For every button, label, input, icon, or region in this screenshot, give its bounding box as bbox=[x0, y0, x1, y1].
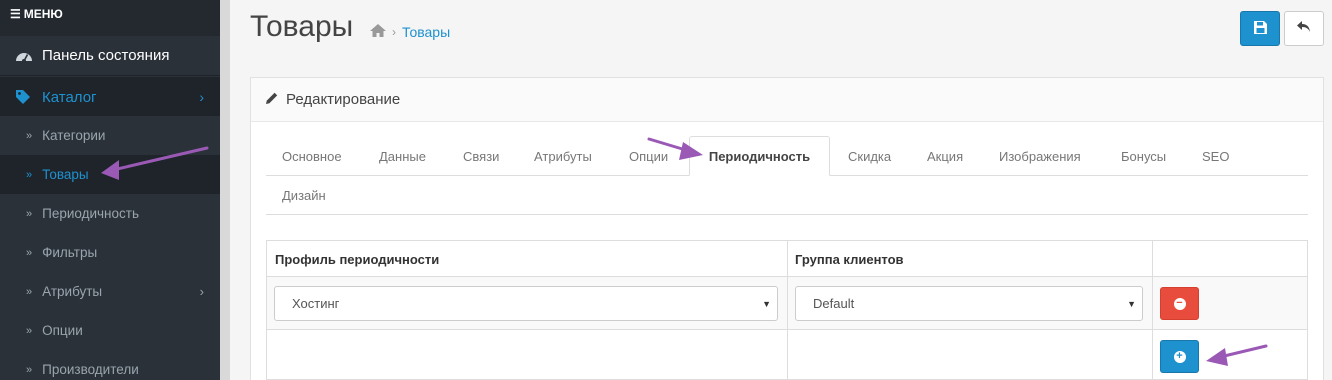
tab-recurring[interactable]: Периодичность bbox=[689, 136, 830, 176]
hamburger-icon: ☰ bbox=[10, 7, 21, 21]
pencil-icon bbox=[266, 91, 278, 108]
double-chevron-icon: » bbox=[26, 324, 33, 337]
tags-icon bbox=[14, 89, 34, 105]
column-header-profile: Профиль периодичности bbox=[275, 251, 440, 267]
customer-group-select[interactable]: Default ▼ bbox=[795, 286, 1143, 321]
tab-special[interactable]: Акция bbox=[927, 149, 963, 164]
chevron-right-icon: › bbox=[199, 284, 204, 299]
row-divider bbox=[267, 276, 1307, 277]
column-header-customer-group: Группа клиентов bbox=[795, 251, 904, 267]
double-chevron-icon: » bbox=[26, 168, 33, 181]
tab-design[interactable]: Дизайн bbox=[282, 188, 326, 203]
plus-circle-icon: + bbox=[1173, 350, 1186, 363]
tab-images[interactable]: Изображения bbox=[999, 149, 1081, 164]
remove-row-button[interactable]: − bbox=[1160, 287, 1199, 320]
floppy-disk-icon bbox=[1253, 20, 1267, 37]
sidebar-item-recurring[interactable]: » Периодичность bbox=[0, 194, 220, 233]
sidebar-item-label: Фильтры bbox=[42, 245, 98, 260]
double-chevron-icon: » bbox=[26, 246, 33, 259]
sidebar-item-label: Производители bbox=[42, 362, 139, 377]
recurring-profile-select[interactable]: Хостинг ▼ bbox=[274, 286, 778, 321]
tab-recurring-label: Периодичность bbox=[708, 148, 811, 164]
nav-catalog-label: Каталог bbox=[42, 88, 97, 106]
row-divider bbox=[267, 329, 1307, 330]
select-value: Default bbox=[813, 296, 855, 311]
reply-icon bbox=[1297, 21, 1311, 36]
back-button[interactable] bbox=[1284, 11, 1324, 46]
double-chevron-icon: » bbox=[26, 285, 33, 298]
caret-down-icon: ▼ bbox=[1127, 298, 1136, 309]
select-value: Хостинг bbox=[292, 296, 340, 311]
tab-reward[interactable]: Бонусы bbox=[1121, 149, 1166, 164]
sidebar-item-attributes[interactable]: » Атрибуты › bbox=[0, 272, 220, 311]
sidebar-item-label: Товары bbox=[42, 167, 89, 182]
nav-catalog[interactable]: Каталог › bbox=[0, 77, 220, 117]
breadcrumb: › Товары bbox=[370, 24, 450, 40]
sidebar: ☰ МЕНЮ Панель состояния Каталог › » Кате… bbox=[0, 0, 220, 380]
sidebar-item-options[interactable]: » Опции bbox=[0, 311, 220, 350]
save-button[interactable] bbox=[1240, 11, 1280, 46]
page-title: Товары bbox=[250, 10, 354, 43]
sidebar-item-label: Периодичность bbox=[42, 206, 139, 221]
panel-heading-label: Редактирование bbox=[286, 91, 401, 108]
sidebar-item-filters[interactable]: » Фильтры bbox=[0, 233, 220, 272]
breadcrumb-separator: › bbox=[392, 25, 396, 39]
sidebar-item-categories[interactable]: » Категории bbox=[0, 116, 220, 155]
minus-circle-icon: − bbox=[1173, 297, 1186, 310]
sidebar-item-label: Атрибуты bbox=[42, 284, 103, 299]
tab-seo[interactable]: SEO bbox=[1202, 149, 1229, 164]
chevron-right-icon: › bbox=[199, 89, 204, 105]
tab-data[interactable]: Данные bbox=[379, 149, 426, 164]
tabs-bottom-line bbox=[266, 214, 1308, 215]
column-divider bbox=[787, 241, 788, 380]
sidebar-scrollbar[interactable] bbox=[220, 0, 230, 380]
double-chevron-icon: » bbox=[26, 207, 33, 220]
tab-attributes[interactable]: Атрибуты bbox=[534, 149, 592, 164]
caret-down-icon: ▼ bbox=[762, 298, 771, 309]
panel-heading: Редактирование bbox=[251, 78, 1323, 122]
add-recurring-button[interactable]: + bbox=[1160, 340, 1199, 373]
tab-discount[interactable]: Скидка bbox=[848, 149, 891, 164]
sidebar-item-products[interactable]: » Товары bbox=[0, 155, 220, 194]
sidebar-item-manufacturers[interactable]: » Производители bbox=[0, 350, 220, 380]
menu-toggle[interactable]: ☰ МЕНЮ bbox=[0, 0, 220, 36]
menu-label: МЕНЮ bbox=[23, 7, 63, 21]
tab-options[interactable]: Опции bbox=[629, 149, 668, 164]
sidebar-item-label: Категории bbox=[42, 128, 106, 143]
nav-dashboard-label: Панель состояния bbox=[42, 47, 170, 64]
double-chevron-icon: » bbox=[26, 129, 33, 142]
tab-general[interactable]: Основное bbox=[282, 149, 342, 164]
breadcrumb-link[interactable]: Товары bbox=[402, 24, 450, 40]
dashboard-icon bbox=[14, 49, 34, 63]
sidebar-item-label: Опции bbox=[42, 323, 83, 338]
nav-dashboard[interactable]: Панель состояния bbox=[0, 36, 220, 76]
recurring-table: Профиль периодичности Группа клиентов Хо… bbox=[266, 240, 1308, 380]
column-divider bbox=[1152, 241, 1153, 380]
double-chevron-icon: » bbox=[26, 363, 33, 376]
home-icon[interactable] bbox=[370, 24, 386, 40]
tab-links[interactable]: Связи bbox=[463, 149, 499, 164]
